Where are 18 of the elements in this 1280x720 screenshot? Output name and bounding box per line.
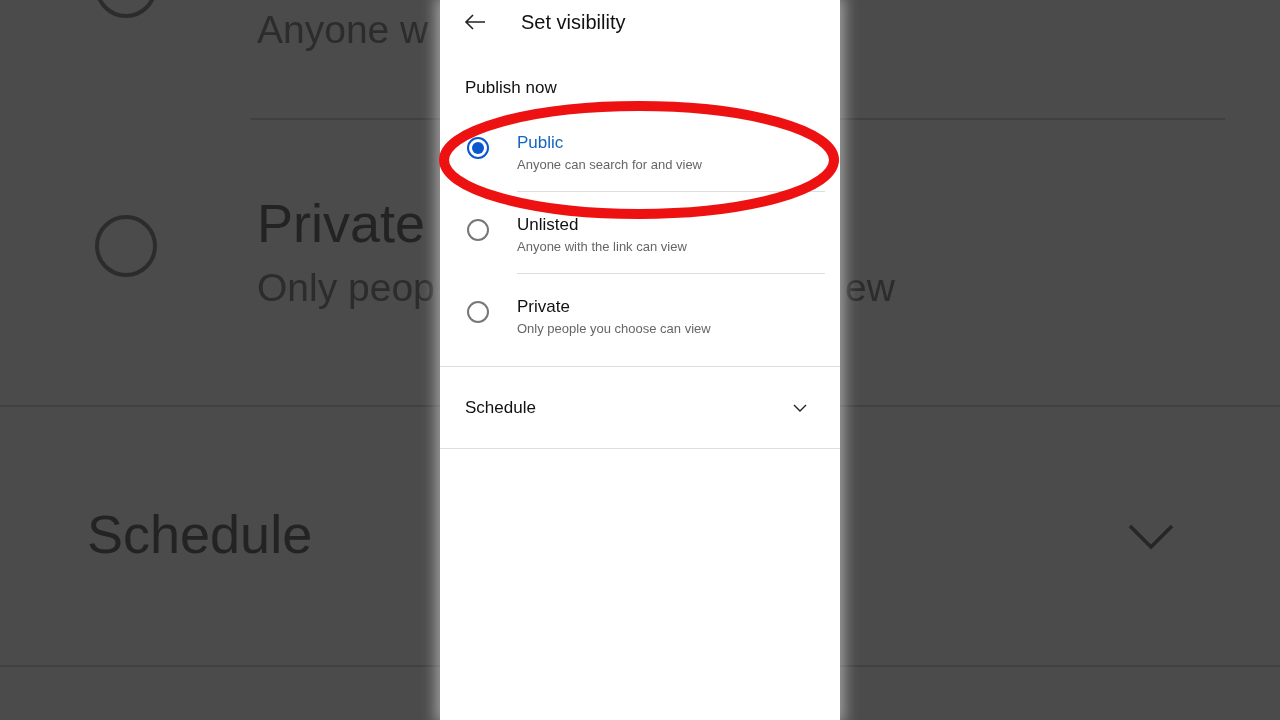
schedule-row[interactable]: Schedule	[440, 366, 840, 449]
option-title: Private	[517, 297, 570, 317]
back-arrow-icon[interactable]	[464, 14, 486, 30]
option-title: Public	[517, 133, 564, 153]
option-description: Only people you choose can view	[517, 321, 711, 336]
chevron-down-icon[interactable]	[793, 403, 807, 412]
schedule-label: Schedule	[465, 397, 536, 418]
blurred-chevron-icon	[1128, 524, 1174, 550]
visibility-option[interactable]: Unlisted Anyone with the link can view	[440, 192, 840, 274]
option-description: Anyone with the link can view	[517, 239, 687, 254]
option-description: Anyone can search for and view	[517, 157, 702, 172]
option-title: Unlisted	[517, 215, 579, 235]
section-heading: Publish now	[464, 77, 558, 99]
radio-button[interactable]	[467, 137, 489, 159]
screen-title: Set visibility	[521, 10, 626, 34]
radio-button[interactable]	[467, 219, 489, 241]
radio-button[interactable]	[467, 301, 489, 323]
visibility-option[interactable]: Private Only people you choose can view	[440, 274, 840, 356]
